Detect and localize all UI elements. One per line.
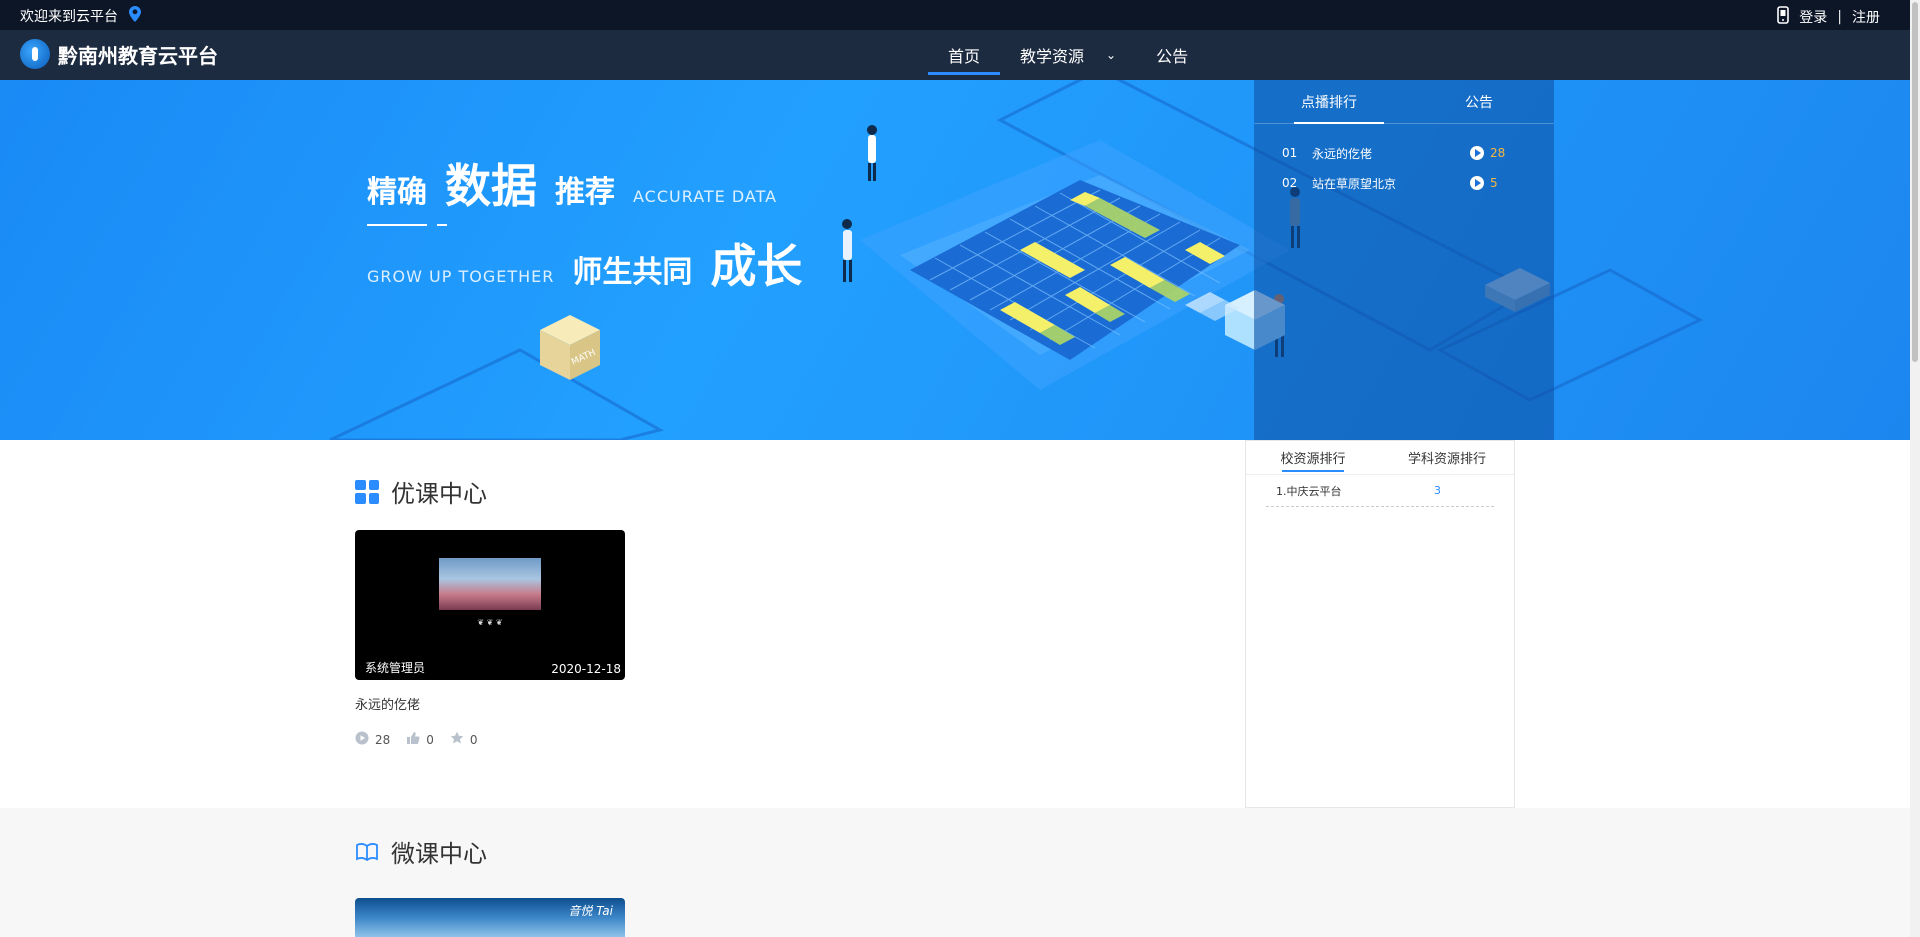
play-count: 28	[375, 732, 391, 747]
auth-links: 登录 | 注册	[1777, 6, 1880, 28]
rank-title: 永远的仡佬	[1312, 146, 1373, 161]
vod-rank-list: 01 永远的仡佬 28 02 站在草原望北京 5	[1254, 124, 1554, 198]
slogan-en-grow: GROW UP TOGETHER	[367, 267, 555, 286]
weike-section: 微课中心	[0, 808, 1910, 937]
rank-number: 01	[1282, 146, 1298, 160]
tab-announcement[interactable]: 公告	[1404, 80, 1554, 123]
tab-vod-ranking[interactable]: 点播排行	[1254, 80, 1404, 124]
tab-subject-resource-ranking[interactable]: 学科资源排行	[1380, 441, 1514, 474]
resource-rank-tabs: 校资源排行 学科资源排行	[1246, 441, 1514, 475]
slogan-divider	[367, 224, 447, 226]
tab-announcement-label: 公告	[1465, 94, 1493, 111]
thumbnail-watermark: 音悦 Tai	[568, 904, 613, 918]
chevron-down-icon: ⌄	[1106, 48, 1117, 62]
register-link[interactable]: 注册	[1852, 7, 1880, 27]
like-count: 0	[426, 732, 434, 747]
micro-course-card[interactable]: 音悦 Tai	[355, 898, 625, 937]
vod-rank-panel: 点播排行 公告 01 永远的仡佬 28 02 站在草原望北京 5	[1254, 80, 1554, 440]
tab-school-resource-ranking[interactable]: 校资源排行	[1246, 441, 1380, 474]
tab-school-ranking-label: 校资源排行	[1280, 452, 1346, 467]
hero-slogan: 精确 数据 推荐 ACCURATE DATA GROW UP TOGETHER …	[367, 150, 802, 296]
location-pin-icon	[128, 6, 142, 26]
slogan-word-data: 数据	[445, 159, 537, 213]
nav-item-home[interactable]: 首页	[928, 30, 1001, 80]
list-item[interactable]: 02 站在草原望北京 5	[1282, 168, 1554, 198]
main-navbar: 黔南州教育云平台 首页 教学资源 ⌄ 公告	[0, 30, 1910, 80]
star-icon[interactable]	[450, 731, 464, 748]
school-name: 1.中庆云平台	[1276, 484, 1342, 498]
course-card[interactable]: ❦ ❦ ❦ 系统管理员 2020-12-18 永远的仡佬 28 0 0	[355, 530, 625, 748]
play-count-icon	[355, 731, 369, 748]
slogan-word-precise: 精确	[367, 175, 427, 210]
nav-item-announcement[interactable]: 公告	[1136, 30, 1208, 80]
page-scrollbar[interactable]	[1910, 0, 1920, 937]
tab-subject-ranking-label: 学科资源排行	[1407, 452, 1486, 467]
rank-number: 02	[1282, 176, 1298, 190]
brand[interactable]: 黔南州教育云平台	[20, 39, 218, 69]
play-count: 28	[1490, 146, 1506, 160]
scrollbar-thumb[interactable]	[1912, 2, 1918, 362]
hero-banner[interactable]: MATH 精确 数据 推荐 ACCURATE DATA GROW UP TOGE…	[0, 80, 1910, 440]
course-date: 2020-12-18	[551, 662, 621, 676]
youke-section: 优课中心 ❦ ❦ ❦ 系统管理员 2020-12-18 永远的仡佬 28 0 0	[0, 440, 1910, 808]
youke-section-title: 优课中心	[355, 474, 487, 509]
play-count: 5	[1490, 176, 1498, 190]
tab-vod-ranking-label: 点播排行	[1301, 94, 1357, 111]
resource-rank-box: 校资源排行 学科资源排行 1.中庆云平台 3	[1245, 440, 1515, 808]
thumbnail-photo	[439, 558, 541, 610]
youke-title-text: 优课中心	[391, 480, 487, 508]
play-icon	[1470, 176, 1484, 190]
course-title[interactable]: 永远的仡佬	[355, 694, 625, 713]
grid-icon	[355, 479, 379, 504]
platform-logo-icon	[20, 39, 50, 69]
weike-title-text: 微课中心	[391, 840, 487, 868]
hero-illustration: MATH	[329, 80, 1704, 440]
thumbnail-caption-decor: ❦ ❦ ❦	[477, 618, 503, 627]
nav-item-teaching-resources[interactable]: 教学资源 ⌄	[1000, 30, 1136, 80]
list-item[interactable]: 01 永远的仡佬 28	[1282, 138, 1554, 168]
welcome-area: 欢迎来到云平台	[20, 6, 142, 26]
welcome-text: 欢迎来到云平台	[20, 9, 118, 25]
nav-item-teaching-resources-label: 教学资源	[1020, 47, 1085, 66]
table-row[interactable]: 1.中庆云平台 3	[1266, 475, 1494, 507]
math-box: MATH	[540, 315, 600, 380]
mobile-phone-icon[interactable]	[1777, 6, 1790, 28]
nav-item-home-label: 首页	[948, 47, 981, 66]
slogan-word-together: 师生共同	[572, 255, 693, 290]
login-link[interactable]: 登录	[1799, 7, 1827, 27]
favorite-count: 0	[469, 732, 478, 747]
resource-count: 3	[1434, 484, 1441, 497]
course-stats: 28 0 0	[355, 731, 625, 748]
rank-panel-tabs: 点播排行 公告	[1254, 80, 1554, 124]
play-icon	[1470, 146, 1484, 160]
course-thumbnail[interactable]: ❦ ❦ ❦ 系统管理员 2020-12-18	[355, 530, 625, 680]
slogan-word-recommend: 推荐	[555, 175, 615, 210]
rank-title: 站在草原望北京	[1312, 176, 1397, 191]
weike-section-title: 微课中心	[355, 834, 487, 869]
thumbs-up-icon[interactable]	[406, 731, 420, 748]
brand-name: 黔南州教育云平台	[58, 43, 218, 68]
nav-menu: 首页 教学资源 ⌄ 公告	[928, 30, 1208, 80]
course-author: 系统管理员	[365, 661, 426, 675]
book-icon	[355, 840, 379, 864]
slogan-en-accurate: ACCURATE DATA	[633, 187, 778, 206]
nav-item-announcement-label: 公告	[1156, 47, 1189, 66]
auth-separator: |	[1837, 9, 1842, 25]
top-utility-bar: 欢迎来到云平台 登录 | 注册	[0, 0, 1910, 30]
slogan-word-grow: 成长	[710, 239, 803, 293]
